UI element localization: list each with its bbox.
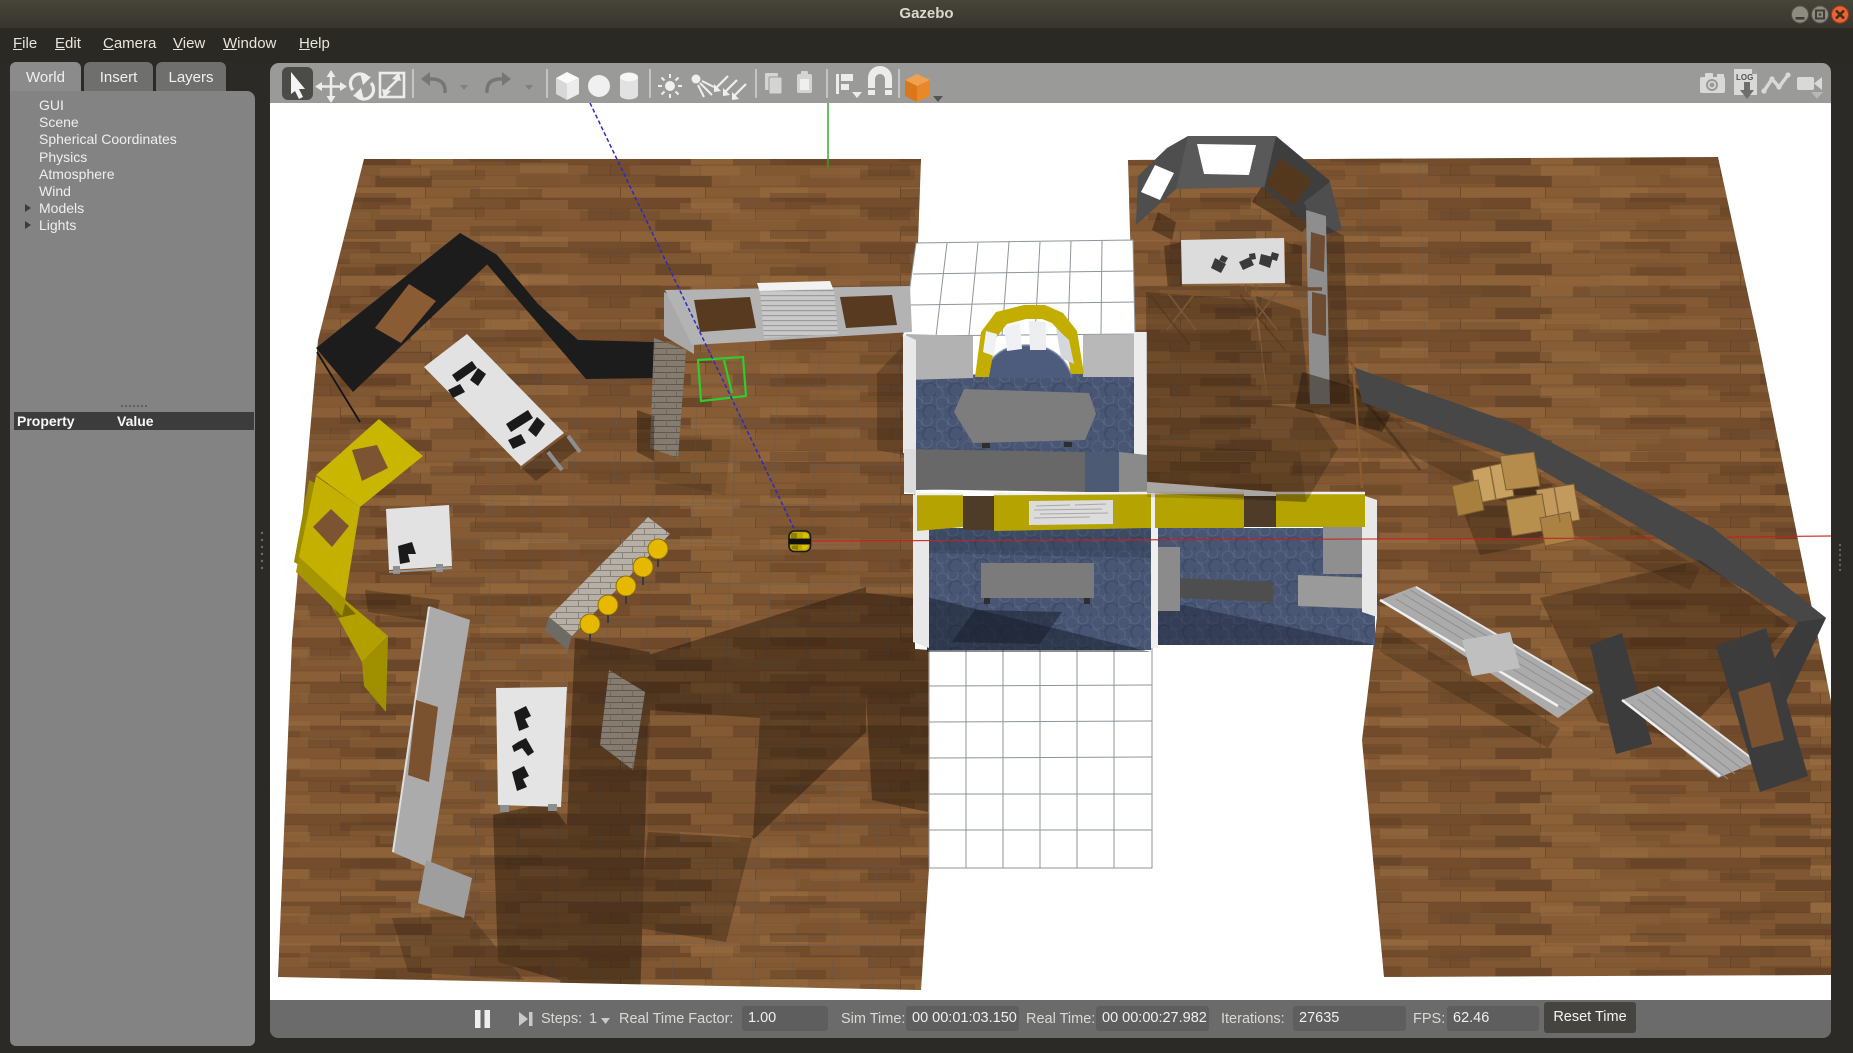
svg-text:LOG: LOG [1736, 73, 1753, 82]
